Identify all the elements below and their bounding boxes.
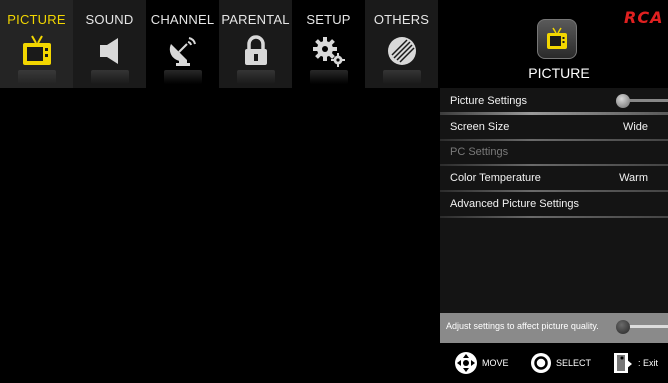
ok-button-icon <box>531 353 551 373</box>
help-text-box: Adjust settings to affect picture qualit… <box>440 313 668 343</box>
tab-channel-label: CHANNEL <box>150 12 215 27</box>
menu-item-color-temperature[interactable]: Color Temperature Warm <box>440 166 668 192</box>
menu-item-label: Picture Settings <box>450 95 528 107</box>
picture-menu-panel: Picture Settings Screen Size Wide PC Set… <box>440 88 668 313</box>
tab-icon-reflection <box>383 70 421 84</box>
menu-item-pc-settings: PC Settings <box>440 140 668 166</box>
padlock-icon <box>240 34 272 68</box>
tab-others-label: OTHERS <box>373 12 430 27</box>
tab-parental-label: PARENTAL <box>221 12 290 27</box>
tab-channel[interactable]: CHANNEL <box>146 0 219 88</box>
move-hint: MOVE <box>454 343 509 383</box>
tab-sound-label: SOUND <box>85 12 134 27</box>
section-title: PICTURE <box>528 65 590 81</box>
menu-item-screen-size[interactable]: Screen Size Wide <box>440 115 668 141</box>
satellite-dish-icon <box>167 34 199 68</box>
tab-sound[interactable]: SOUND <box>73 0 146 88</box>
help-slider-indicator <box>616 320 668 334</box>
exit-door-icon <box>614 353 632 373</box>
exit-hint: : Exit <box>612 343 658 383</box>
select-hint: SELECT <box>530 343 591 383</box>
tv-icon <box>537 19 577 59</box>
tab-picture-label: PICTURE <box>7 12 66 27</box>
menu-item-value: Wide <box>622 121 648 133</box>
tab-icon-reflection <box>91 70 129 84</box>
tab-parental[interactable]: PARENTAL <box>219 0 292 88</box>
menu-item-label: Color Temperature <box>450 172 541 184</box>
slider-knob <box>616 94 630 108</box>
menu-item-advanced-picture-settings[interactable]: Advanced Picture Settings <box>440 192 668 218</box>
slider-knob <box>616 320 630 334</box>
menu-item-picture-settings[interactable]: Picture Settings <box>440 89 668 115</box>
tv-icon <box>21 34 53 68</box>
tab-icon-reflection <box>237 70 275 84</box>
help-text: Adjust settings to affect picture qualit… <box>446 321 599 331</box>
tab-icon-reflection <box>164 70 202 84</box>
menu-item-label: PC Settings <box>450 146 509 158</box>
exit-hint-label: : Exit <box>638 358 659 368</box>
button-hint-footer: MOVE SELECT : Exit <box>440 343 668 383</box>
dpad-icon <box>455 352 477 374</box>
brand-logo: RCA <box>624 10 668 26</box>
slider-track <box>626 325 668 328</box>
select-hint-label: SELECT <box>556 358 592 368</box>
brand-logo-text: RCA <box>624 10 664 26</box>
gears-icon <box>313 34 345 68</box>
video-preview-area <box>0 88 440 383</box>
tab-setup-label: SETUP <box>306 12 351 27</box>
tab-picture[interactable]: PICTURE <box>0 0 73 88</box>
menu-item-value: Warm <box>619 172 648 184</box>
move-hint-label: MOVE <box>482 358 509 368</box>
disc-icon <box>386 34 418 68</box>
menu-tab-bar: PICTURE SOUND CHANNEL PARENTAL SETUP OTH… <box>0 0 440 88</box>
speaker-icon <box>94 34 126 68</box>
menu-item-label: Screen Size <box>450 121 510 133</box>
tab-icon-reflection <box>310 70 348 84</box>
tab-icon-reflection <box>18 70 56 84</box>
menu-item-label: Advanced Picture Settings <box>450 198 580 210</box>
row-divider <box>440 216 668 218</box>
tab-others[interactable]: OTHERS <box>365 0 438 88</box>
section-header: RCA PICTURE <box>440 0 668 88</box>
selection-slider-indicator <box>616 94 668 108</box>
slider-track <box>626 99 668 102</box>
tab-setup[interactable]: SETUP <box>292 0 365 88</box>
